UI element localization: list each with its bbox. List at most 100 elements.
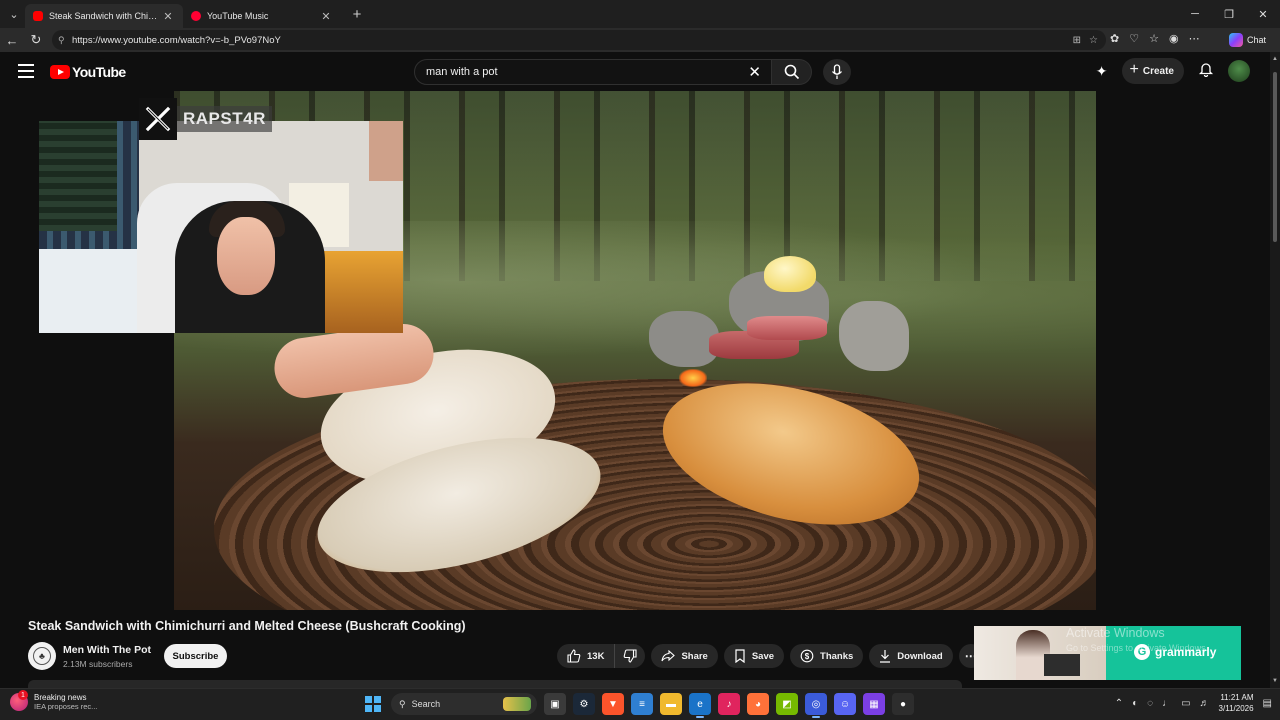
- site-info-icon[interactable]: ⚲: [58, 35, 72, 46]
- search-input[interactable]: man with a pot ✕: [414, 59, 772, 85]
- tab-close-icon[interactable]: ✕: [319, 10, 333, 23]
- edge-browser-icon[interactable]: e: [689, 693, 711, 718]
- volume-icon[interactable]: ♬: [1200, 698, 1210, 709]
- tab-list-chevron-icon[interactable]: ⌄: [3, 3, 25, 25]
- windows-taskbar: 1 Breaking news IEA proposes rec... ⚲ Se…: [0, 688, 1280, 720]
- capcut-icon[interactable]: ♪: [718, 693, 740, 715]
- create-label: Create: [1142, 65, 1174, 77]
- premium-sparkle-icon[interactable]: ✦: [1096, 63, 1108, 80]
- app-grid-icon[interactable]: ▦: [863, 693, 885, 715]
- scroll-down-icon[interactable]: ▼: [1272, 678, 1278, 684]
- minimize-icon[interactable]: ─: [1178, 0, 1212, 28]
- like-button[interactable]: 13K: [557, 644, 616, 668]
- video-player[interactable]: RAPST4R: [0, 91, 1270, 610]
- voice-search-button[interactable]: [823, 59, 851, 85]
- activate-windows-subtitle: Go to Settings to activate Windows.: [1066, 643, 1209, 653]
- mic-tray-icon[interactable]: ♩: [1162, 698, 1172, 709]
- youtube-play-icon: [50, 65, 70, 79]
- address-bar[interactable]: ⚲ https://www.youtube.com/watch?v=-b_PVo…: [52, 30, 1106, 50]
- profile-avatar-icon[interactable]: ◉: [1169, 32, 1179, 45]
- channel-avatar[interactable]: ♣: [28, 642, 56, 670]
- save-button[interactable]: Save: [723, 644, 785, 668]
- notifications-bell-icon[interactable]: [1198, 61, 1214, 82]
- notepad-icon[interactable]: ≡: [631, 693, 653, 715]
- browser-tab-music[interactable]: YouTube Music ✕: [183, 4, 341, 28]
- network-tray-icon[interactable]: ◌: [1147, 698, 1153, 709]
- share-arrow-icon: [661, 650, 676, 662]
- browser-essentials-icon[interactable]: ♡: [1129, 32, 1139, 45]
- subscribe-button[interactable]: Subscribe: [164, 644, 227, 668]
- youtube-logo[interactable]: YouTube: [50, 64, 126, 80]
- extensions-icon[interactable]: ✿: [1110, 32, 1119, 45]
- thanks-label: Thanks: [820, 650, 854, 662]
- share-label: Share: [681, 650, 708, 662]
- app-available-icon[interactable]: ⊞: [1073, 35, 1081, 46]
- back-arrow-icon[interactable]: ←: [0, 33, 24, 48]
- taskbar-apps: ⚲ Search ▣ ⚙ ▼ ≡ ▬ e ♪ ◕ ◩ ◎ ☺ ▦ ●: [362, 693, 914, 718]
- taskbar-search[interactable]: ⚲ Search: [391, 693, 537, 715]
- firefox-icon[interactable]: ◕: [747, 693, 769, 715]
- obs-studio-icon[interactable]: ◎: [805, 693, 827, 718]
- steam-tray-icon[interactable]: ◐: [1132, 698, 1138, 709]
- thanks-button[interactable]: $ Thanks: [790, 644, 864, 668]
- system-clock[interactable]: 11:21 AM 3/11/2026: [1219, 692, 1254, 714]
- nvidia-icon[interactable]: ◩: [776, 693, 798, 715]
- copilot-chat-button[interactable]: Chat: [1225, 31, 1272, 49]
- clear-search-icon[interactable]: ✕: [748, 63, 761, 81]
- search-query: man with a pot: [426, 66, 498, 78]
- favorite-star-icon[interactable]: ☆: [1089, 35, 1098, 46]
- news-subtitle: IEA proposes rec...: [34, 702, 98, 711]
- streamer-handle: RAPST4R: [177, 106, 272, 132]
- create-button[interactable]: + Create: [1121, 58, 1184, 84]
- chat-label: Chat: [1246, 35, 1266, 45]
- video-actions: 13K Share Save $ Thanks Download ⋯: [557, 644, 983, 668]
- thumbs-up-icon: [567, 649, 581, 663]
- scroll-up-icon[interactable]: ▲: [1272, 56, 1278, 62]
- like-dislike-group: 13K: [557, 644, 646, 668]
- restore-icon[interactable]: ❐: [1212, 0, 1246, 28]
- window-close-icon[interactable]: ✕: [1246, 0, 1280, 28]
- subscriber-count: 2.13M subscribers: [63, 659, 133, 669]
- more-options-icon[interactable]: ⋯: [1189, 32, 1200, 45]
- favorites-icon[interactable]: ☆: [1149, 32, 1159, 45]
- url-text: https://www.youtube.com/watch?v=-b_PVo97…: [72, 34, 281, 46]
- tab-title: Steak Sandwich with Chimichurri a: [49, 11, 161, 21]
- channel-name[interactable]: Men With The Pot: [63, 644, 151, 656]
- new-tab-plus-icon[interactable]: +: [345, 6, 369, 23]
- discord-icon[interactable]: ☺: [834, 693, 856, 715]
- masthead-actions: ✦ + Create: [1096, 58, 1250, 84]
- save-label: Save: [751, 650, 775, 662]
- page-scrollbar[interactable]: ▲ ▼: [1270, 52, 1280, 688]
- notifications-center-icon[interactable]: ▤: [1263, 698, 1272, 709]
- window-controls: ─ ❐ ✕: [1178, 0, 1280, 28]
- search-icon: [784, 64, 799, 80]
- github-desktop-icon[interactable]: ●: [892, 693, 914, 715]
- news-widget[interactable]: 1 Breaking news IEA proposes rec...: [10, 690, 98, 711]
- share-button[interactable]: Share: [651, 644, 718, 668]
- description-box-edge[interactable]: [28, 680, 962, 688]
- youtube-favicon-icon: [33, 11, 43, 21]
- file-explorer-icon[interactable]: ▬: [660, 693, 682, 715]
- account-avatar[interactable]: [1228, 60, 1250, 82]
- windows-start-icon[interactable]: [362, 693, 384, 715]
- channel-logo-icon: ♣: [33, 647, 51, 665]
- browser-extensions: ✿ ♡ ☆ ◉ ⋯: [1110, 32, 1200, 45]
- guide-menu-icon[interactable]: [18, 64, 34, 78]
- task-view-icon[interactable]: ▣: [544, 693, 566, 715]
- dislike-button[interactable]: [615, 644, 645, 668]
- tab-close-icon[interactable]: ✕: [161, 10, 175, 23]
- youtube-logo-text: YouTube: [72, 64, 126, 80]
- display-tray-icon[interactable]: ▭: [1181, 698, 1190, 709]
- search-button[interactable]: [772, 59, 812, 85]
- tray-overflow-chevron-icon[interactable]: ⌃: [1115, 698, 1123, 709]
- reload-icon[interactable]: ↻: [24, 32, 48, 48]
- activate-windows-watermark: Activate Windows: [1066, 626, 1165, 640]
- download-button[interactable]: Download: [869, 644, 953, 668]
- browser-toolbar: ← ↻ ⚲ https://www.youtube.com/watch?v=-b…: [0, 28, 1280, 52]
- browser-tab-video[interactable]: Steak Sandwich with Chimichurri a ✕: [25, 4, 183, 28]
- brave-browser-icon[interactable]: ▼: [602, 693, 624, 715]
- steam-icon[interactable]: ⚙: [573, 693, 595, 715]
- news-badge: 1: [18, 690, 28, 700]
- scrollbar-thumb[interactable]: [1273, 72, 1277, 242]
- news-widget-icon: 1: [10, 690, 28, 711]
